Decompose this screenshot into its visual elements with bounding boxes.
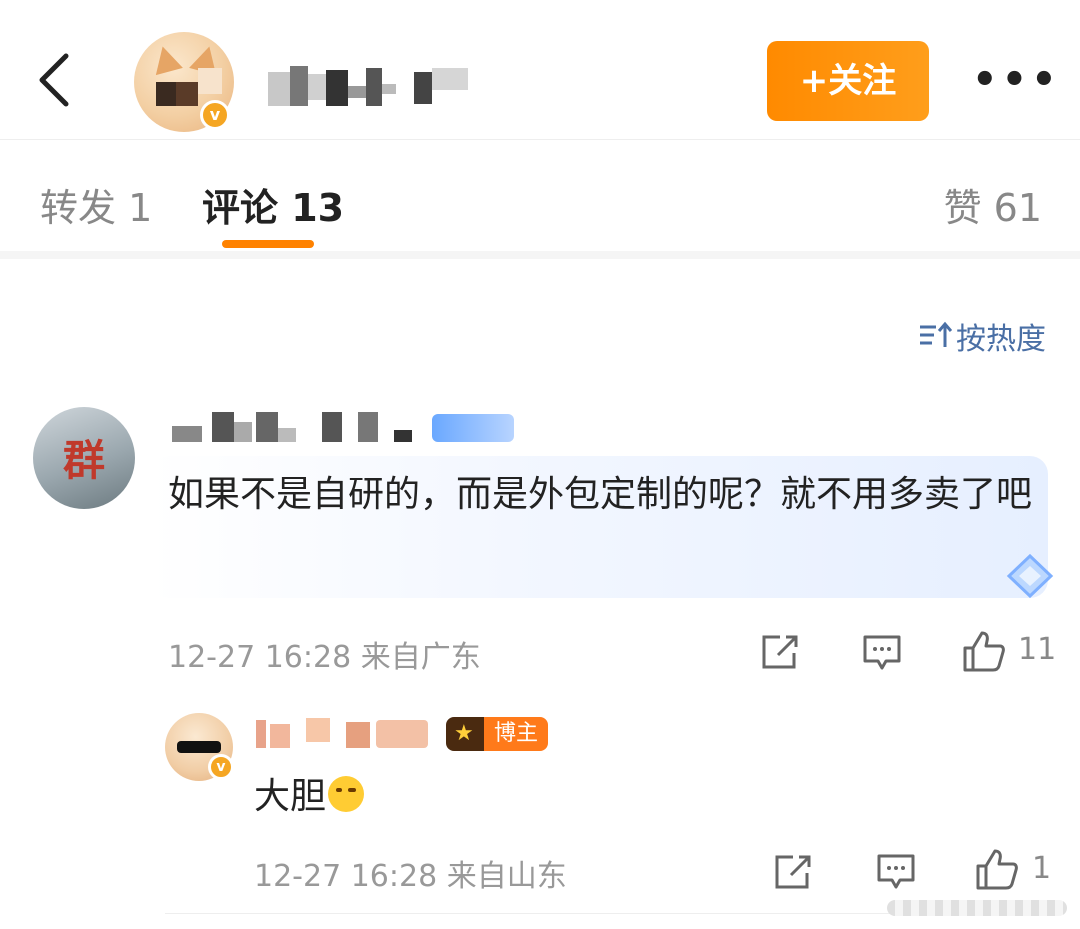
comment-meta: 12-27 16:28 来自广东 — [168, 640, 481, 675]
watermark-strip — [887, 900, 1067, 916]
commenter-name-redacted[interactable] — [172, 412, 514, 444]
like-count: 11 — [1018, 632, 1057, 667]
interaction-tabs: 转发 1 评论 13 赞 61 — [0, 141, 1080, 259]
reply-button[interactable] — [862, 634, 902, 672]
sort-button[interactable]: 按热度 — [918, 314, 1046, 358]
tab-likes[interactable]: 赞 61 — [944, 177, 1042, 232]
sort-icon — [918, 321, 953, 357]
thinking-emoji-icon — [328, 776, 365, 812]
chevron-left-icon — [39, 53, 69, 107]
comment-text: 如果不是自研的，而是外包定制的呢？就不用多卖了吧 — [168, 474, 1033, 515]
diamond-badge-icon — [1006, 553, 1054, 599]
verified-badge-icon: v — [208, 754, 234, 780]
top-bar: v +关注 ••• — [0, 0, 1080, 140]
reply-text: 大胆 — [254, 770, 365, 824]
reply-like-count: 1 — [1032, 851, 1052, 886]
share-icon — [775, 855, 811, 889]
sort-label: 按热度 — [956, 322, 1046, 357]
author-badge: ★ 博主 — [446, 717, 549, 751]
comment-icon — [877, 854, 915, 889]
share-button[interactable] — [760, 633, 800, 671]
commenter-avatar[interactable]: 群 — [33, 407, 135, 509]
thumbs-up-icon — [963, 631, 1005, 672]
reply-comment-button[interactable] — [876, 853, 916, 891]
reply-like-button[interactable] — [975, 848, 1019, 890]
like-button[interactable] — [962, 630, 1006, 672]
comment-icon — [863, 635, 901, 670]
crown-icon: ★ — [446, 717, 484, 751]
tab-comments[interactable]: 评论 13 — [202, 177, 344, 232]
more-options-button[interactable]: ••• — [972, 60, 1057, 100]
reply-meta: 12-27 16:28 来自山东 — [254, 859, 567, 894]
tab-reposts[interactable]: 转发 1 — [40, 177, 152, 232]
back-button[interactable] — [32, 50, 76, 110]
verified-badge-icon: v — [200, 100, 230, 130]
reply-share-button[interactable] — [773, 853, 813, 891]
follow-button[interactable]: +关注 — [767, 41, 929, 121]
author-badge-label: 博主 — [484, 717, 549, 751]
author-name-redacted[interactable] — [268, 66, 472, 106]
reply-text-content: 大胆 — [254, 776, 327, 817]
thumbs-up-icon — [976, 849, 1018, 890]
reply-author-name-redacted[interactable] — [256, 716, 432, 750]
active-tab-indicator — [222, 240, 314, 248]
share-icon — [762, 635, 798, 669]
